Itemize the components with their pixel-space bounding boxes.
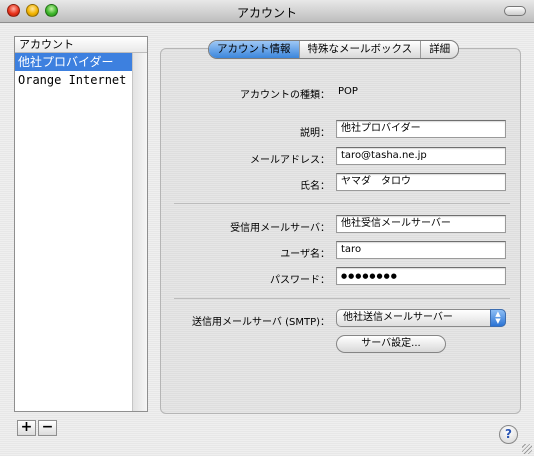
password-label: パスワード：	[270, 275, 330, 286]
account-list-scrollbar[interactable]	[132, 53, 147, 411]
incoming-server-field[interactable]: 他社受信メールサーバー	[336, 215, 506, 233]
server-settings-button[interactable]: サーバ設定...	[336, 335, 446, 353]
account-type-label: アカウントの種類：	[240, 90, 330, 101]
account-list-header: アカウント	[15, 37, 147, 53]
resize-grip-icon[interactable]	[522, 444, 532, 454]
tab-bar: アカウント情報 特殊なメールボックス 詳細	[208, 40, 460, 59]
accounts-window: アカウント アカウント 他社プロバイダー Orange Internet + −…	[0, 0, 534, 456]
window-title: アカウント	[236, 6, 297, 20]
title-bar: アカウント	[0, 0, 534, 23]
smtp-server-popup[interactable]: 他社送信メールサーバー ▲ ▼	[336, 309, 506, 327]
incoming-server-label: 受信用メールサーバ：	[230, 223, 330, 234]
password-field[interactable]: ●●●●●●●●	[336, 267, 506, 285]
help-button[interactable]: ?	[499, 425, 518, 444]
full-name-field[interactable]: ヤマダ タロウ	[336, 173, 506, 191]
account-type-value: POP	[338, 86, 358, 97]
email-field[interactable]: taro@tasha.ne.jp	[336, 147, 506, 165]
smtp-server-label: 送信用メールサーバ (SMTP)：	[192, 317, 330, 328]
account-list[interactable]: アカウント 他社プロバイダー Orange Internet	[14, 36, 148, 412]
account-item-orange[interactable]: Orange Internet	[15, 71, 132, 89]
smtp-server-value: 他社送信メールサーバー	[343, 312, 453, 323]
email-label: メールアドレス：	[250, 155, 330, 166]
add-account-button[interactable]: +	[17, 420, 36, 436]
description-field[interactable]: 他社プロバイダー	[336, 120, 506, 138]
popup-arrows-icon: ▲ ▼	[490, 309, 506, 327]
tab-advanced[interactable]: 詳細	[421, 41, 458, 58]
username-field[interactable]: taro	[336, 241, 506, 259]
separator	[174, 203, 510, 204]
description-label: 説明：	[300, 128, 330, 139]
account-item-provider[interactable]: 他社プロバイダー	[15, 53, 132, 71]
tab-account-info[interactable]: アカウント情報	[209, 41, 300, 58]
toolbar-toggle-button[interactable]	[504, 6, 526, 16]
tab-special-mailboxes[interactable]: 特殊なメールボックス	[300, 41, 422, 58]
remove-account-button[interactable]: −	[38, 420, 57, 436]
username-label: ユーザ名：	[280, 249, 330, 260]
separator	[174, 298, 510, 299]
full-name-label: 氏名：	[300, 181, 330, 192]
